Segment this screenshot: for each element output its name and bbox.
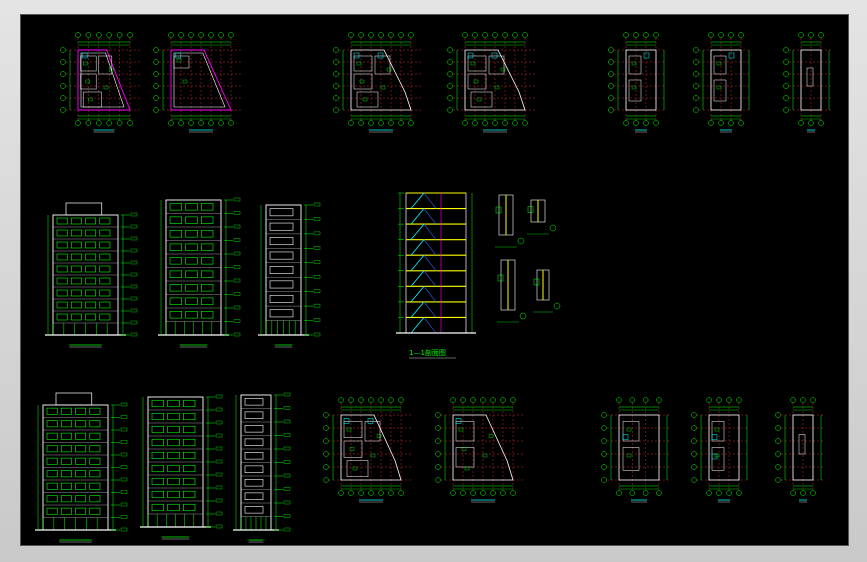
detail-drawings <box>495 194 561 323</box>
floor-plan-6 <box>693 32 751 133</box>
detail-1 <box>495 194 525 248</box>
floor-plan-1 <box>60 32 140 133</box>
floor-plans <box>60 32 831 503</box>
roof-plan-2 <box>775 397 823 503</box>
floor-plan-9 <box>601 397 669 503</box>
detail-3 <box>497 259 527 323</box>
elevation-narrow-2 <box>233 392 291 543</box>
floor-plan-5 <box>608 32 666 133</box>
roof-plan-1 <box>783 32 831 133</box>
elevations <box>35 197 321 543</box>
section-drawing <box>396 192 476 359</box>
section-title: 1—1剖面图 <box>409 348 446 357</box>
floor-plan-2 <box>153 32 241 133</box>
cad-drawing-canvas[interactable]: 1—1剖面图 <box>20 14 849 546</box>
floor-plan-8 <box>435 397 523 503</box>
elevation-side-2 <box>140 394 223 540</box>
floor-plan-4 <box>447 32 535 133</box>
floor-plan-7 <box>323 397 411 503</box>
elevation-front-1 <box>45 202 138 348</box>
floor-plan-3 <box>333 32 421 133</box>
detail-2 <box>527 199 557 235</box>
detail-4 <box>533 269 561 313</box>
elevation-narrow-1 <box>258 202 321 348</box>
elevation-side-1 <box>158 197 241 348</box>
floor-plan-10 <box>691 397 749 503</box>
viewer-frame: 1—1剖面图 <box>0 0 867 562</box>
elevation-front-2 <box>35 392 128 543</box>
cad-drawing-sheet: 1—1剖面图 <box>35 32 831 543</box>
